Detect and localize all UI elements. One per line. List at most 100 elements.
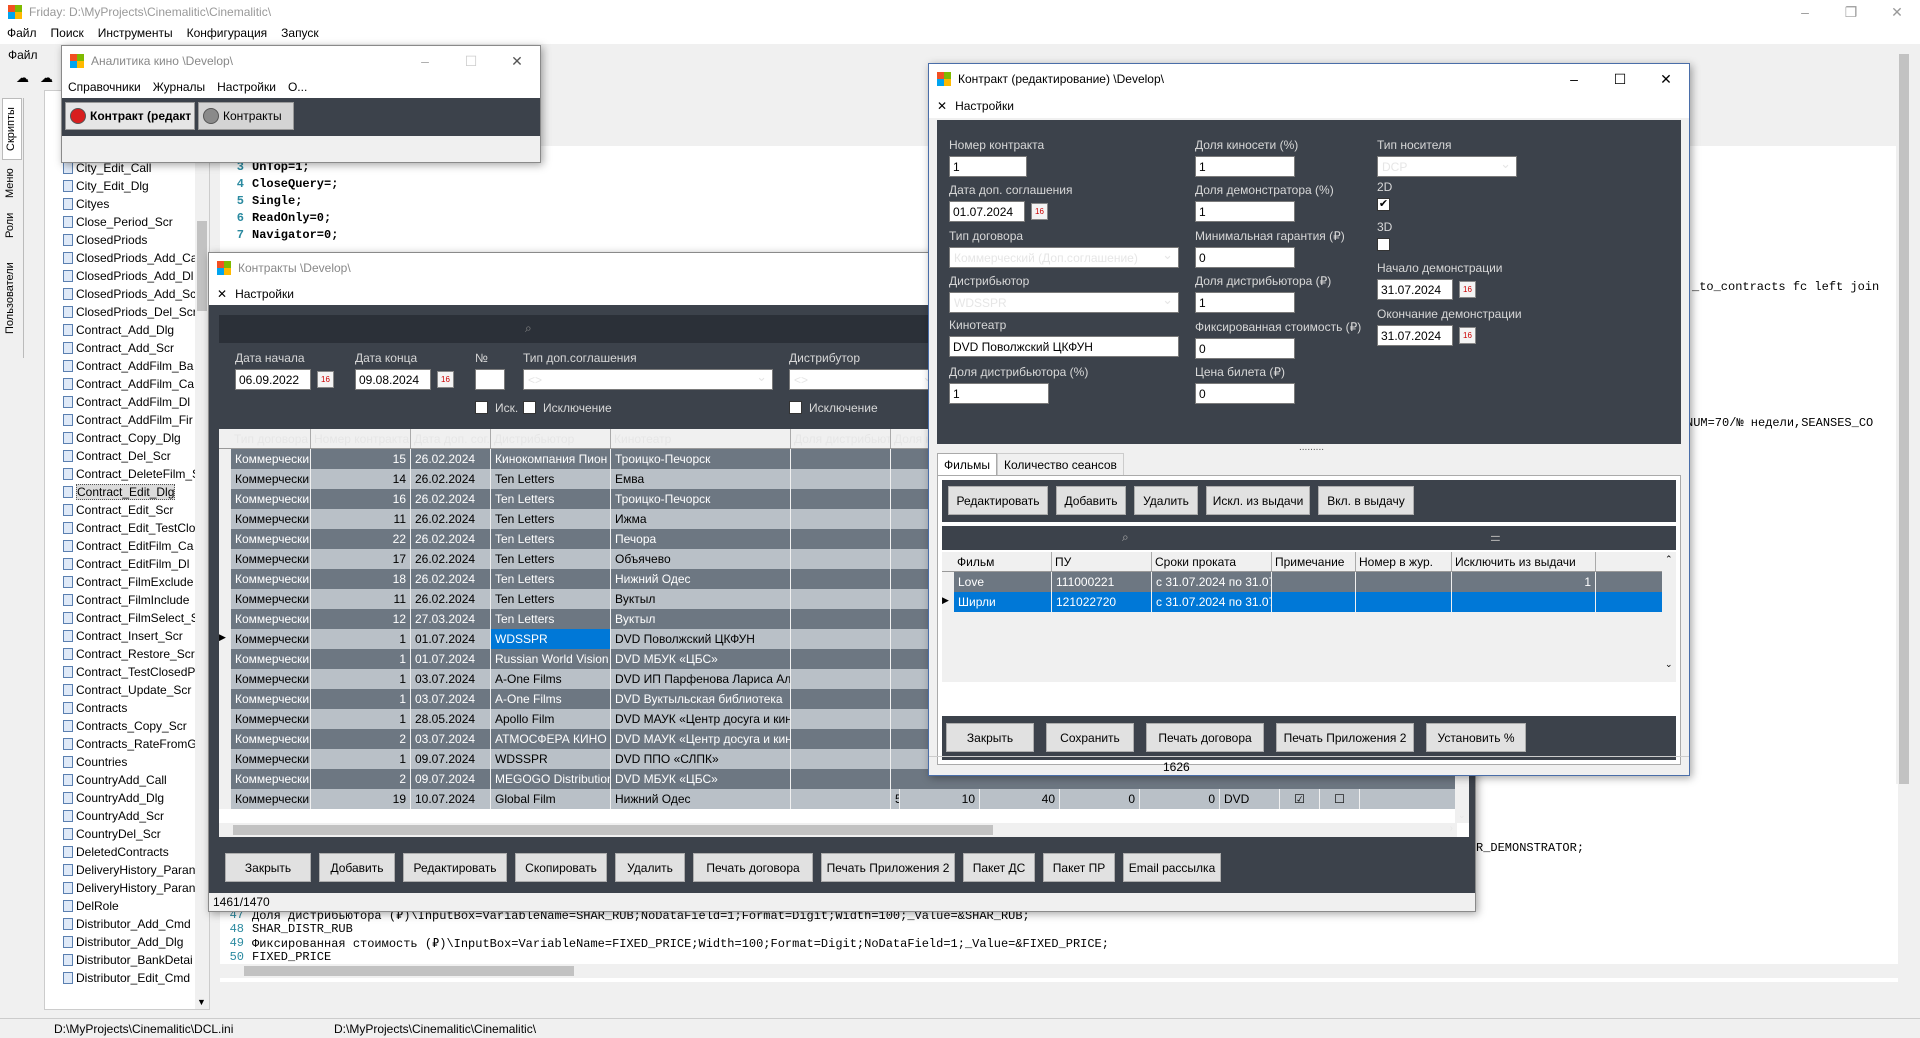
film-row[interactable]: Love 111000221 с 31.07.2024 по 31.07. 1	[942, 572, 1676, 592]
calendar-icon[interactable]: 16	[1031, 203, 1048, 220]
tree-item[interactable]: Contract_AddFilm_Fir	[63, 411, 200, 429]
film-search-bar[interactable]: ⌕ ⚌	[942, 526, 1676, 550]
side-tab-menu[interactable]: Меню	[2, 162, 22, 202]
tree-item[interactable]: Distributor_Edit_Cmd	[63, 969, 200, 987]
tree-item[interactable]: ClosedPriods_Add_Dl	[63, 267, 200, 285]
editor-hscroll[interactable]	[220, 964, 1898, 978]
maximize-button[interactable]: ❐	[1828, 0, 1874, 24]
tree-item[interactable]: Contract_Edit_Dlg	[63, 483, 200, 501]
side-tab-users[interactable]: Пользователи	[2, 248, 22, 338]
carrier-combo[interactable]: DCP	[1377, 156, 1517, 177]
demo-end-field[interactable]: 31.07.2024	[1377, 325, 1453, 346]
edit-bottom-button[interactable]: Закрыть	[946, 723, 1034, 752]
film-button[interactable]: Удалить	[1134, 486, 1198, 515]
agreement-date-field[interactable]: 01.07.2024	[949, 201, 1025, 222]
filter-icon[interactable]: ⚌	[1490, 530, 1501, 544]
contracts-button[interactable]: Пакет ПР	[1043, 853, 1115, 882]
tree-item[interactable]: Contract_FilmExclude	[63, 573, 200, 591]
date-end-field[interactable]: 09.08.2024	[355, 369, 431, 390]
contracts-button[interactable]: Удалить	[615, 853, 685, 882]
search-icon[interactable]: ⌕	[525, 321, 532, 336]
film-col-header[interactable]: Фильм	[954, 552, 1052, 571]
contracts-button[interactable]: Скопировать	[515, 853, 607, 882]
table-row[interactable]: Коммерческий 19 10.07.2024 Global Film Нижни…	[219, 789, 1469, 809]
film-col-header[interactable]: Сроки проката	[1152, 552, 1272, 571]
col-header[interactable]: Номер контракта	[311, 429, 411, 448]
type-combo[interactable]: <>	[523, 369, 773, 390]
exclude-checkbox[interactable]	[523, 401, 536, 414]
menu-run[interactable]: Запуск	[274, 24, 326, 44]
contract-num-field[interactable]: 1	[949, 156, 1027, 177]
2d-checkbox[interactable]: ✔	[1377, 198, 1390, 211]
analytics-minimize-button[interactable]: –	[402, 46, 448, 76]
menu-config[interactable]: Конфигурация	[180, 24, 275, 44]
tree-item[interactable]: Contract_Add_Scr	[63, 339, 200, 357]
calendar-icon[interactable]: 16	[1459, 281, 1476, 298]
splitter-dots[interactable]: .........	[1299, 442, 1324, 453]
contracts-button[interactable]: Закрыть	[225, 853, 311, 882]
analytics-maximize-button[interactable]: ☐	[448, 46, 494, 76]
cloud-upload-icon[interactable]: ☁	[16, 70, 29, 86]
edit-bottom-button[interactable]: Сохранить	[1046, 723, 1134, 752]
analytics-close-button[interactable]: ✕	[494, 46, 540, 76]
tree-item[interactable]: Contract_FilmSelect_S	[63, 609, 200, 627]
tree-item[interactable]: Contract_DeleteFilm_S	[63, 465, 200, 483]
tab-contracts[interactable]: Контракты	[198, 102, 294, 130]
tree-item[interactable]: Contracts	[63, 699, 200, 717]
distr-combo[interactable]: <>	[789, 369, 939, 390]
tree-item[interactable]: Contracts_Copy_Scr	[63, 717, 200, 735]
films-grid[interactable]: Фильм ПУ Сроки проката Примечание Номер …	[942, 552, 1676, 682]
tree-item[interactable]: Contract_Update_Scr	[63, 681, 200, 699]
edit-bottom-button[interactable]: Печать договора	[1146, 723, 1264, 752]
scroll-down-icon[interactable]: ⌄	[1665, 659, 1673, 670]
tree-item[interactable]: Contracts_RateFromG	[63, 735, 200, 753]
edit-settings-menu[interactable]: Настройки	[955, 99, 1014, 113]
film-col-header[interactable]: Номер в жур.	[1356, 552, 1452, 571]
net-share-field[interactable]: 1	[1195, 156, 1295, 177]
analytics-menu-journals[interactable]: Журналы	[147, 80, 211, 94]
tree-item[interactable]: Distributor_BankDetai	[63, 951, 200, 969]
tree-item[interactable]: Distributor_Add_Cmd	[63, 915, 200, 933]
tree-item[interactable]: Distributor_Add_Dlg	[63, 933, 200, 951]
close-button[interactable]: ✕	[1874, 0, 1920, 24]
calendar-icon[interactable]: 16	[1459, 327, 1476, 344]
tree-item[interactable]: Contract_Edit_TestClo	[63, 519, 200, 537]
films-vscroll[interactable]: ⌃ ⌄	[1662, 552, 1676, 672]
tree-item[interactable]: Contract_Restore_Scr	[63, 645, 200, 663]
contracts-button[interactable]: Добавить	[319, 853, 395, 882]
tree-item[interactable]: ClosedPriods	[63, 231, 200, 249]
edit-close-button[interactable]: ✕	[1643, 64, 1689, 94]
settings-wrench-icon[interactable]: ✕	[937, 99, 947, 113]
menu-search[interactable]: Поиск	[44, 24, 91, 44]
tree-item[interactable]: City_Edit_Dlg	[63, 177, 200, 195]
tree-item[interactable]: Contract_AddFilm_Ca	[63, 375, 200, 393]
tree-item[interactable]: Contract_Insert_Scr	[63, 627, 200, 645]
cloud-download-icon[interactable]: ☁	[40, 70, 53, 86]
tree-item[interactable]: Contract_Add_Dlg	[63, 321, 200, 339]
contracts-button[interactable]: Редактировать	[403, 853, 507, 882]
col-header[interactable]: Дата доп. сог.	[411, 429, 491, 448]
edit-bottom-button[interactable]: Печать Приложения 2	[1276, 723, 1414, 752]
tree-scroll-thumb[interactable]	[197, 221, 207, 311]
tree-item[interactable]: Contract_TestClosedP	[63, 663, 200, 681]
minimize-button[interactable]: –	[1782, 0, 1828, 24]
scroll-down-icon[interactable]: ⌄	[1458, 810, 1466, 821]
col-header[interactable]: Дистрибьютор	[491, 429, 611, 448]
menu-tools[interactable]: Инструменты	[91, 24, 180, 44]
analytics-menu-settings[interactable]: Настройки	[211, 80, 282, 94]
scroll-down-icon[interactable]: ▼	[197, 997, 206, 1007]
analytics-menu-dicts[interactable]: Справочники	[62, 80, 147, 94]
checkbox-checked[interactable]: ☑	[1280, 789, 1320, 809]
tree-item[interactable]: CountryAdd_Dlg	[63, 789, 200, 807]
tree-item[interactable]: CountryDel_Scr	[63, 825, 200, 843]
calendar-icon[interactable]: 16	[317, 371, 334, 388]
col-header[interactable]: Тип договора	[231, 429, 311, 448]
film-col-header[interactable]: ПУ	[1052, 552, 1152, 571]
contracts-settings-menu[interactable]: Настройки	[235, 287, 294, 301]
checkbox-unchecked[interactable]: ☐	[1320, 789, 1360, 809]
film-col-header[interactable]: Исключить из выдачи	[1452, 552, 1596, 571]
film-button[interactable]: Искл. из выдачи	[1206, 486, 1310, 515]
share-pct-field[interactable]: 1	[949, 383, 1049, 404]
tree-item[interactable]: ClosedPriods_Add_Ca	[63, 249, 200, 267]
editor-vscroll[interactable]	[1896, 44, 1912, 784]
